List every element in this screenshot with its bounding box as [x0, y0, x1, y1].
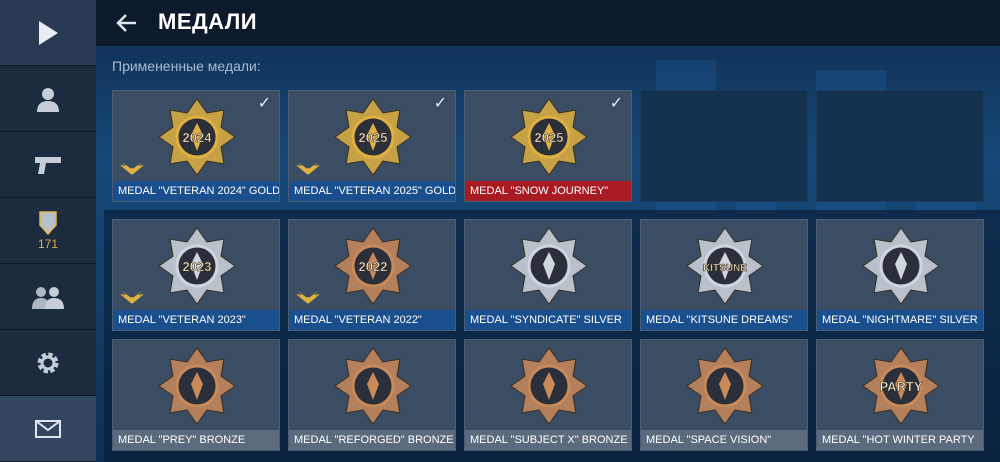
empty-medal-slot[interactable] [816, 90, 984, 202]
medal-label: MEDAL "SUBJECT X" BRONZE [465, 430, 631, 450]
pistol-icon [35, 156, 61, 174]
kitsune-dreams-icon: KITSUNE [686, 227, 764, 305]
svg-text:2024: 2024 [183, 130, 213, 145]
user-icon [37, 87, 59, 112]
medal-card[interactable]: MEDAL "REFORGED" BRONZE [288, 339, 456, 451]
profile-button[interactable] [0, 66, 96, 132]
medal-artwork [465, 340, 631, 432]
svg-text:2022: 2022 [359, 259, 388, 274]
back-arrow-icon[interactable] [114, 10, 140, 36]
svg-text:PARTY: PARTY [879, 379, 922, 394]
checkmark-icon: ✓ [433, 95, 447, 112]
page-title: МЕДАЛИ [158, 9, 258, 34]
medal-artwork [113, 340, 279, 432]
mail-button[interactable] [0, 396, 96, 462]
veteran-wings-icon [296, 162, 320, 175]
play-button[interactable] [0, 0, 96, 66]
sidebar: 171 [0, 0, 96, 462]
medal-card[interactable]: MEDAL "NIGHTMARE" SILVER [816, 219, 984, 331]
medal-artwork [289, 340, 455, 432]
veteran-2022-icon: 2022 [334, 227, 412, 305]
top-bar: МЕДАЛИ [96, 0, 1000, 46]
gear-icon [37, 352, 59, 373]
medal-card[interactable]: MEDAL "SUBJECT X" BRONZE [464, 339, 632, 451]
play-icon [39, 20, 58, 45]
settings-button[interactable] [0, 330, 96, 396]
applied-medals-label: Примененные медали: [112, 58, 261, 74]
snow-journey-icon: 2025 [510, 98, 588, 176]
medal-label: MEDAL "PREY" BRONZE [113, 430, 279, 450]
medal-card[interactable]: 2022 MEDAL "VETERAN 2022" [288, 219, 456, 331]
medal-label: MEDAL "SYNDICATE" SILVER [465, 310, 631, 330]
medal-label: MEDAL "NIGHTMARE" SILVER [817, 310, 983, 330]
checkmark-icon: ✓ [609, 95, 623, 112]
space-vision-icon [686, 347, 764, 425]
medal-card[interactable]: 2025 ✓ MEDAL "VETERAN 2025" GOLD [288, 90, 456, 202]
medal-label: MEDAL "REFORGED" BRONZE [289, 430, 455, 450]
veteran-wings-icon [120, 291, 144, 304]
medal-artwork [465, 220, 631, 312]
mail-icon [35, 419, 61, 438]
main-area: МЕДАЛИ Примененные медали: 2024 ✓ MEDAL "V… [96, 0, 1000, 462]
medal-label: MEDAL "VETERAN 2022" [289, 310, 455, 330]
medals-nav-button[interactable]: 171 [0, 198, 96, 264]
medal-card[interactable]: PARTY MEDAL "HOT WINTER PARTY [816, 339, 984, 451]
medal-label: MEDAL "SNOW JOURNEY" [465, 181, 631, 201]
veteran-2024-gold-icon: 2024 [158, 98, 236, 176]
medal-card[interactable]: MEDAL "SYNDICATE" SILVER [464, 219, 632, 331]
friends-button[interactable] [0, 264, 96, 330]
syndicate-silver-icon [510, 227, 588, 305]
medal-card[interactable]: MEDAL "PREY" BRONZE [112, 339, 280, 451]
medal-artwork [817, 220, 983, 312]
checkmark-icon: ✓ [257, 95, 271, 112]
medal-card[interactable]: KITSUNE MEDAL "KITSUNE DREAMS" [640, 219, 808, 331]
medal-artwork: PARTY [817, 340, 983, 432]
medal-card[interactable]: 2025 ✓ MEDAL "SNOW JOURNEY" [464, 90, 632, 202]
medal-card[interactable]: 2024 ✓ MEDAL "VETERAN 2024" GOLD [112, 90, 280, 202]
medal-grid: 2023 MEDAL "VETERAN 2023" 2022 MEDAL "VETER… [112, 219, 984, 451]
svg-text:2023: 2023 [183, 259, 212, 274]
veteran-2023-icon: 2023 [158, 227, 236, 305]
empty-medal-slot[interactable] [640, 90, 808, 202]
medal-artwork [641, 340, 807, 432]
prey-bronze-icon [158, 347, 236, 425]
medal-artwork: KITSUNE [641, 220, 807, 312]
medal-card[interactable]: 2023 MEDAL "VETERAN 2023" [112, 219, 280, 331]
svg-text:KITSUNE: KITSUNE [703, 263, 747, 274]
veteran-wings-icon [120, 162, 144, 175]
medal-badge-icon [39, 210, 57, 235]
medal-label: MEDAL "VETERAN 2023" [113, 310, 279, 330]
friends-icon [32, 286, 64, 309]
medal-card[interactable]: MEDAL "SPACE VISION" [640, 339, 808, 451]
veteran-wings-icon [296, 291, 320, 304]
nightmare-silver-icon [862, 227, 940, 305]
reforged-bronze-icon [334, 347, 412, 425]
medal-label: MEDAL "KITSUNE DREAMS" [641, 310, 807, 330]
svg-text:2025: 2025 [535, 130, 564, 145]
subject-x-bronze-icon [510, 347, 588, 425]
medal-count: 171 [37, 236, 59, 251]
medal-label: MEDAL "VETERAN 2024" GOLD [113, 181, 279, 201]
medal-label: MEDAL "SPACE VISION" [641, 430, 807, 450]
weapons-button[interactable] [0, 132, 96, 198]
medal-label: MEDAL "VETERAN 2025" GOLD [289, 181, 455, 201]
hot-winter-party-icon: PARTY [862, 347, 940, 425]
medal-label: MEDAL "HOT WINTER PARTY [817, 430, 983, 450]
veteran-2025-gold-icon: 2025 [334, 98, 412, 176]
applied-medals-row: 2024 ✓ MEDAL "VETERAN 2024" GOLD 2025 ✓ MEDAL… [112, 90, 992, 202]
medal-artwork: 2025 [465, 91, 631, 183]
svg-text:2025: 2025 [359, 130, 388, 145]
